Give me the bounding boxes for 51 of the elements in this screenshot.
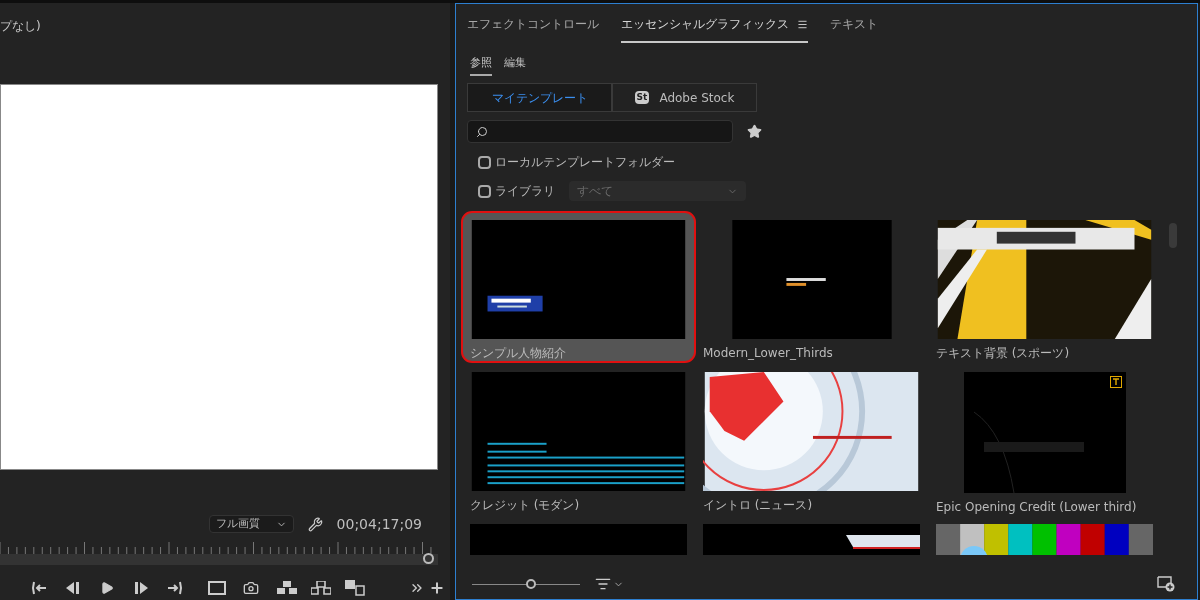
checkbox-label: ローカルテンプレートフォルダー	[495, 154, 675, 171]
timecode: 00;04;17;09	[336, 514, 422, 534]
template-name: クレジット (モダン)	[469, 497, 580, 514]
template-name: イントロ (ニュース)	[702, 497, 813, 514]
template-name: シンプル人物紹介	[469, 345, 566, 362]
menu-icon[interactable]	[797, 18, 808, 30]
template-tile[interactable]: シンプル人物紹介	[462, 212, 695, 362]
slider-thumb[interactable]	[526, 579, 537, 589]
go-to-in-icon[interactable]	[32, 581, 48, 595]
sub-tab[interactable]: 編集	[504, 54, 526, 76]
new-item-icon[interactable]	[1157, 576, 1175, 592]
template-tile[interactable]: Modern_Lower_Thirds	[695, 212, 928, 362]
safe-margins-icon[interactable]	[208, 581, 226, 595]
sub-tab[interactable]: 参照	[470, 54, 492, 76]
step-forward-icon[interactable]	[134, 582, 148, 594]
panel-tab[interactable]: エッセンシャルグラフィックス	[621, 7, 808, 43]
compare-view-icon[interactable]	[345, 580, 365, 596]
template-name: Epic Opening Credit (Lower third)	[935, 499, 1137, 516]
source-label: Adobe Stock	[659, 89, 735, 107]
template-tile[interactable]: クレジット (モダン)	[462, 364, 695, 514]
source-label: マイテンプレート	[491, 89, 588, 107]
sort-icon[interactable]	[595, 576, 611, 592]
go-to-out-icon[interactable]	[166, 581, 182, 595]
panel-tab[interactable]: テキスト	[830, 7, 878, 43]
add-icon[interactable]	[429, 580, 445, 596]
search-field[interactable]	[467, 120, 733, 143]
quality-dropdown[interactable]: フル画質	[208, 515, 294, 533]
thumbnail-size-slider[interactable]	[472, 579, 580, 589]
source-toggle[interactable]: マイテンプレート	[467, 83, 612, 112]
wrench-icon[interactable]	[307, 516, 323, 532]
step-back-icon[interactable]	[66, 582, 80, 594]
playhead-handle[interactable]	[422, 553, 434, 564]
template-name: Modern_Lower_Thirds	[702, 345, 833, 362]
template-tile[interactable]: イントロ (ニュース)	[695, 364, 928, 514]
font-warning-icon	[1109, 376, 1122, 388]
checkbox[interactable]	[478, 155, 491, 169]
monitor-title: プなし)	[0, 19, 41, 33]
favorites-star-icon[interactable]	[747, 124, 762, 139]
template-name: テキスト背景 (スポーツ)	[935, 345, 1070, 362]
template-tile[interactable]: テキスト背景 (スポーツ)	[928, 212, 1161, 362]
checkbox[interactable]	[478, 184, 491, 198]
lift-icon[interactable]	[277, 581, 297, 595]
camera-icon[interactable]	[243, 580, 259, 596]
template-tile[interactable]: Epic Opening Credit (Lower third)	[928, 364, 1161, 514]
panel-tab[interactable]: エフェクトコントロール	[467, 7, 599, 43]
stock-badge: St	[634, 90, 650, 105]
extract-icon[interactable]	[311, 581, 331, 595]
search-icon	[476, 125, 488, 138]
source-toggle[interactable]: St Adobe Stock	[612, 83, 757, 112]
play-icon[interactable]	[100, 581, 114, 595]
checkbox-label: ライブラリ	[495, 183, 555, 200]
